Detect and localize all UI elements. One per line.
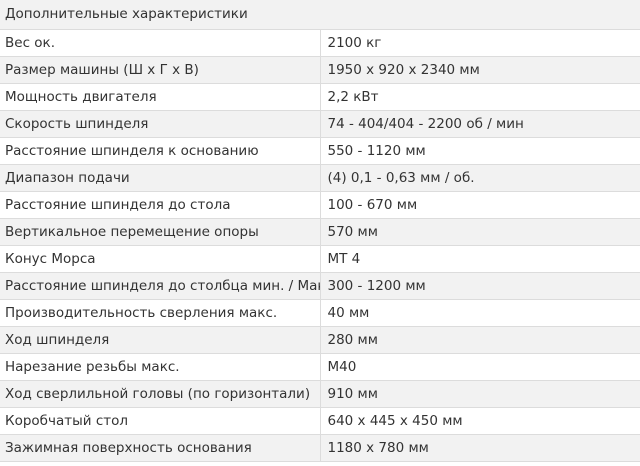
- spec-label: Расстояние шпинделя до стола: [0, 191, 321, 219]
- table-row: Ход сверлильной головы (по горизонтали) …: [0, 380, 640, 408]
- spec-value: 2100 кг: [320, 29, 640, 57]
- spec-value: (4) 0,1 - 0,63 мм / об.: [320, 164, 640, 192]
- spec-label: Скорость шпинделя: [0, 110, 321, 138]
- table-row: Расстояние шпинделя до стола 100 - 670 м…: [0, 191, 640, 219]
- spec-value: 280 мм: [320, 326, 640, 354]
- table-row: Нарезание резьбы макс. M40: [0, 353, 640, 381]
- table-row: Диапазон подачи (4) 0,1 - 0,63 мм / об.: [0, 164, 640, 192]
- table-header: Дополнительные характеристики: [0, 0, 640, 30]
- spec-label: Вес ок.: [0, 29, 321, 57]
- spec-label: Вертикальное перемещение опоры: [0, 218, 321, 246]
- table-row: Вес ок. 2100 кг: [0, 29, 640, 57]
- specs-table: Дополнительные характеристики Вес ок. 21…: [0, 0, 640, 462]
- table-row: Производительность сверления макс. 40 мм: [0, 299, 640, 327]
- spec-value: 570 мм: [320, 218, 640, 246]
- spec-label: Диапазон подачи: [0, 164, 321, 192]
- spec-value: 550 - 1120 мм: [320, 137, 640, 165]
- spec-label: Размер машины (Ш х Г х В): [0, 56, 321, 84]
- spec-value: 640 x 445 x 450 мм: [320, 407, 640, 435]
- spec-value: 910 мм: [320, 380, 640, 408]
- spec-label: Расстояние шпинделя до столбца мин. / Ма…: [0, 272, 321, 300]
- table-row: Размер машины (Ш х Г х В) 1950 x 920 x 2…: [0, 56, 640, 84]
- table-row: Скорость шпинделя 74 - 404/404 - 2200 об…: [0, 110, 640, 138]
- spec-label: Расстояние шпинделя к основанию: [0, 137, 321, 165]
- spec-label: Ход сверлильной головы (по горизонтали): [0, 380, 321, 408]
- table-row: Конус Морса MT 4: [0, 245, 640, 273]
- table-row: Расстояние шпинделя к основанию 550 - 11…: [0, 137, 640, 165]
- spec-label: Нарезание резьбы макс.: [0, 353, 321, 381]
- table-row: Вертикальное перемещение опоры 570 мм: [0, 218, 640, 246]
- table-row: Зажимная поверхность основания 1180 x 78…: [0, 434, 640, 462]
- table-row: Мощность двигателя 2,2 кВт: [0, 83, 640, 111]
- table-row: Коробчатый стол 640 x 445 x 450 мм: [0, 407, 640, 435]
- spec-value: 1180 x 780 мм: [320, 434, 640, 462]
- spec-value: 74 - 404/404 - 2200 об / мин: [320, 110, 640, 138]
- spec-label: Коробчатый стол: [0, 407, 321, 435]
- spec-label: Конус Морса: [0, 245, 321, 273]
- spec-value: 40 мм: [320, 299, 640, 327]
- table-row: Ход шпинделя 280 мм: [0, 326, 640, 354]
- spec-label: Производительность сверления макс.: [0, 299, 321, 327]
- spec-value: MT 4: [320, 245, 640, 273]
- spec-label: Зажимная поверхность основания: [0, 434, 321, 462]
- spec-value: 100 - 670 мм: [320, 191, 640, 219]
- spec-value: 300 - 1200 мм: [320, 272, 640, 300]
- table-header-row: Дополнительные характеристики: [0, 0, 640, 30]
- spec-label: Ход шпинделя: [0, 326, 321, 354]
- spec-value: 1950 x 920 x 2340 мм: [320, 56, 640, 84]
- spec-value: M40: [320, 353, 640, 381]
- table-row: Расстояние шпинделя до столбца мин. / Ма…: [0, 272, 640, 300]
- spec-label: Мощность двигателя: [0, 83, 321, 111]
- spec-value: 2,2 кВт: [320, 83, 640, 111]
